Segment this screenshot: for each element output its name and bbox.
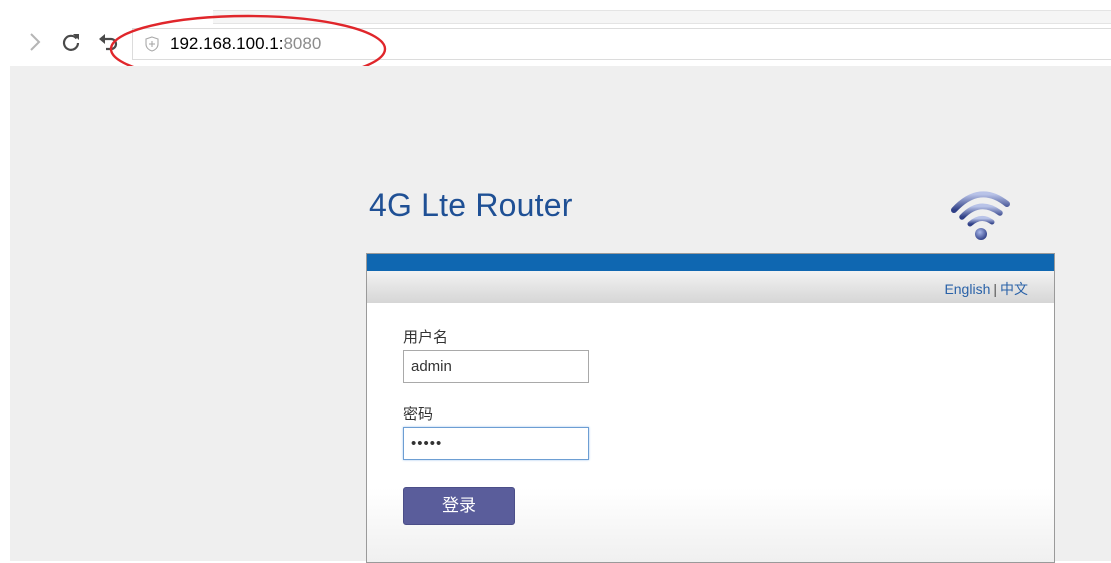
shield-icon xyxy=(145,36,159,52)
password-label: 密码 xyxy=(403,406,434,423)
username-input[interactable] xyxy=(403,350,589,383)
url-port: 8080 xyxy=(283,34,322,53)
chevron-right-icon xyxy=(30,33,41,51)
language-separator: | xyxy=(993,281,997,297)
chinese-link[interactable]: 中文 xyxy=(1000,281,1028,297)
language-switch: English | 中文 xyxy=(944,279,1028,299)
router-login-page: 4G Lte Router English|中文 用户名 密码 登 xyxy=(10,66,1111,563)
forward-button[interactable] xyxy=(22,30,48,56)
address-bar[interactable]: 192.168.100.1:8080 xyxy=(132,28,1111,60)
wifi-icon xyxy=(951,191,1010,240)
password-input[interactable] xyxy=(403,427,589,460)
login-button[interactable]: 登录 xyxy=(403,487,515,525)
undo-icon xyxy=(99,34,118,51)
browser-toolbar: 192.168.100.1:8080 xyxy=(0,0,1111,84)
reload-icon xyxy=(62,34,80,51)
language-bar: English | 中文 xyxy=(367,271,1054,303)
english-link[interactable]: English xyxy=(944,281,990,297)
url-host: 192.168.100.1: xyxy=(170,34,284,53)
panel-header-bar xyxy=(367,254,1054,271)
tab-strip xyxy=(213,10,1111,24)
reload-button[interactable] xyxy=(58,30,84,56)
undo-button[interactable] xyxy=(96,30,122,56)
login-panel: English|中文 用户名 密码 登录 xyxy=(366,253,1055,563)
url-text[interactable]: 192.168.100.1:8080 xyxy=(170,34,321,54)
page-title: 4G Lte Router xyxy=(369,187,573,223)
username-label: 用户名 xyxy=(403,329,449,346)
